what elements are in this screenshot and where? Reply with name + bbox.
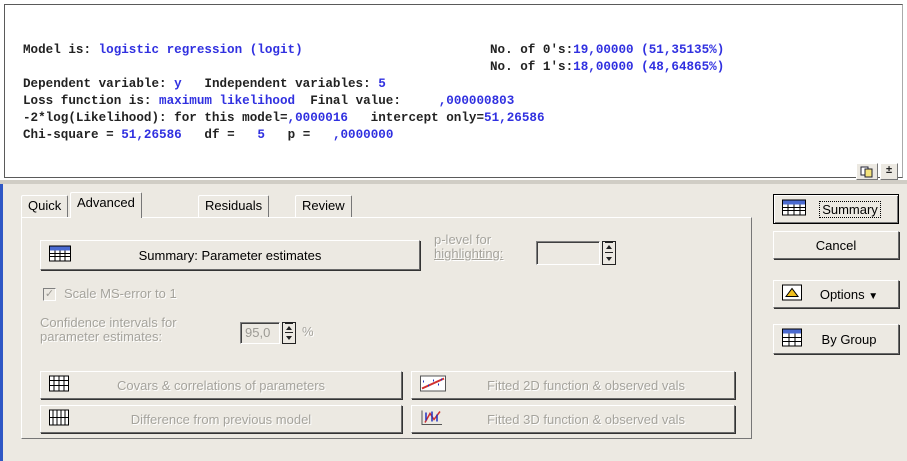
results-line-variables: Dependent variable: y Independent variab… (23, 77, 386, 92)
by-group-button[interactable]: By Group (773, 324, 899, 354)
copy-results-button[interactable] (856, 163, 878, 180)
advanced-tab-panel: Summary: Parameter estimates p-level for… (21, 217, 752, 439)
collapse-icon: ± (885, 164, 893, 177)
intercept-value: 51,26586 (484, 111, 545, 125)
confidence-label-line1: Confidence intervals for (40, 315, 177, 330)
results-line-zeros: No. of 0's:19,00000 (51,35135%) (490, 43, 724, 58)
tab-advanced-label: Advanced (77, 195, 135, 210)
analysis-dialog: Quick Advanced Residuals Review Summary:… (0, 184, 907, 461)
summary-parameter-estimates-button[interactable]: Summary: Parameter estimates (40, 240, 420, 270)
summary-button[interactable]: Summary (773, 194, 899, 224)
dependent-value: y (174, 77, 182, 91)
tab-residuals[interactable]: Residuals (198, 195, 270, 217)
ones-value: 18,00000 (48,64865%) (573, 60, 725, 74)
scale-ms-checkbox[interactable]: ✓ (43, 288, 56, 301)
difference-previous-model-label: Difference from previous model (130, 411, 312, 427)
tab-quick-label: Quick (28, 198, 62, 213)
loss-value: maximum likelihood (159, 94, 296, 108)
model-label: Model is: (23, 43, 99, 57)
summary-parameter-estimates-label: Summary: Parameter estimates (138, 247, 322, 263)
tab-review-label: Review (302, 198, 345, 213)
cancel-button[interactable]: Cancel (773, 231, 899, 259)
results-line-loss: Loss function is: maximum likelihood Fin… (23, 94, 514, 109)
options-icon (782, 284, 802, 304)
options-button-label: Options (819, 286, 865, 302)
final-value-label: Final value: (310, 94, 409, 108)
tab-residuals-label: Residuals (205, 198, 263, 213)
plevel-spinner[interactable] (602, 241, 616, 265)
likelihood-label: -2*log(Likelihood): for this model= (23, 111, 288, 125)
results-line-likelihood: -2*log(Likelihood): for this model=,0000… (23, 111, 545, 126)
zeros-value: 19,00000 (51,35135%) (573, 43, 725, 57)
dependent-label: Dependent variable: (23, 77, 175, 91)
model-value: logistic regression (logit) (98, 43, 303, 57)
tab-review[interactable]: Review (295, 195, 352, 217)
p-label: p = (287, 128, 318, 142)
confidence-input[interactable]: 95,0 (240, 322, 280, 344)
options-button[interactable]: Options ▼ (773, 280, 899, 308)
covars-correlations-button[interactable]: Covars & correlations of parameters (40, 371, 402, 399)
fitted-3d-button[interactable]: Fitted 3D function & observed vals (411, 405, 735, 433)
confidence-spinner[interactable] (282, 322, 296, 344)
tab-advanced[interactable]: Advanced (70, 192, 142, 218)
confidence-unit: % (302, 324, 314, 339)
covars-correlations-label: Covars & correlations of parameters (116, 377, 326, 393)
loss-label: Loss function is: (23, 94, 160, 108)
scale-ms-label: Scale MS-error to 1 (64, 286, 177, 301)
df-label: df = (204, 128, 243, 142)
likelihood-value: ,0000016 (287, 111, 348, 125)
summary-button-label: Summary (819, 200, 881, 218)
plevel-label-line2: highlighting: (434, 246, 504, 261)
summary-table-icon (49, 245, 71, 265)
fitted-2d-button[interactable]: Fitted 2D function & observed vals (411, 371, 735, 399)
by-group-icon (782, 328, 802, 350)
results-line-model: Model is: logistic regression (logit) (23, 43, 303, 58)
confidence-label-line2: parameter estimates: (40, 329, 163, 344)
zeros-label: No. of 0's: (490, 43, 574, 57)
independent-value: 5 (378, 77, 386, 91)
fitted-3d-icon (420, 409, 444, 430)
difference-previous-model-button[interactable]: Difference from previous model (40, 405, 402, 433)
fitted-2d-icon (420, 375, 446, 395)
plevel-label: p-level for highlighting: (434, 233, 503, 261)
results-line-ones: No. of 1's:18,00000 (48,64865%) (490, 60, 724, 75)
results-output-panel: Model is: logistic regression (logit) No… (4, 4, 903, 180)
results-line-chisquare: Chi-square = 51,26586 df = 5 p = ,000000… (23, 128, 393, 143)
chisquare-value: 51,26586 (121, 128, 182, 142)
p-value: ,0000000 (332, 128, 394, 142)
cancel-button-label: Cancel (815, 237, 857, 253)
fitted-2d-label: Fitted 2D function & observed vals (487, 377, 685, 393)
final-value: ,000000803 (438, 94, 515, 108)
independent-label: Independent variables: (204, 77, 379, 91)
chisquare-label: Chi-square = (23, 128, 122, 142)
plevel-input[interactable] (536, 241, 600, 265)
grid-icon (49, 409, 69, 429)
fitted-3d-label: Fitted 3D function & observed vals (487, 411, 685, 427)
intercept-label: intercept only= (370, 111, 485, 125)
copy-icon (860, 166, 873, 177)
dropdown-arrow-icon: ▼ (868, 290, 879, 302)
df-value: 5 (257, 128, 265, 142)
summary-table-icon (782, 199, 806, 219)
plevel-label-line1: p-level for (434, 232, 492, 247)
tab-quick[interactable]: Quick (21, 195, 69, 217)
matrix-icon (49, 375, 69, 395)
collapse-results-button[interactable]: ± (880, 163, 898, 180)
ones-label: No. of 1's: (490, 60, 574, 74)
confidence-label: Confidence intervals for parameter estim… (40, 316, 177, 344)
